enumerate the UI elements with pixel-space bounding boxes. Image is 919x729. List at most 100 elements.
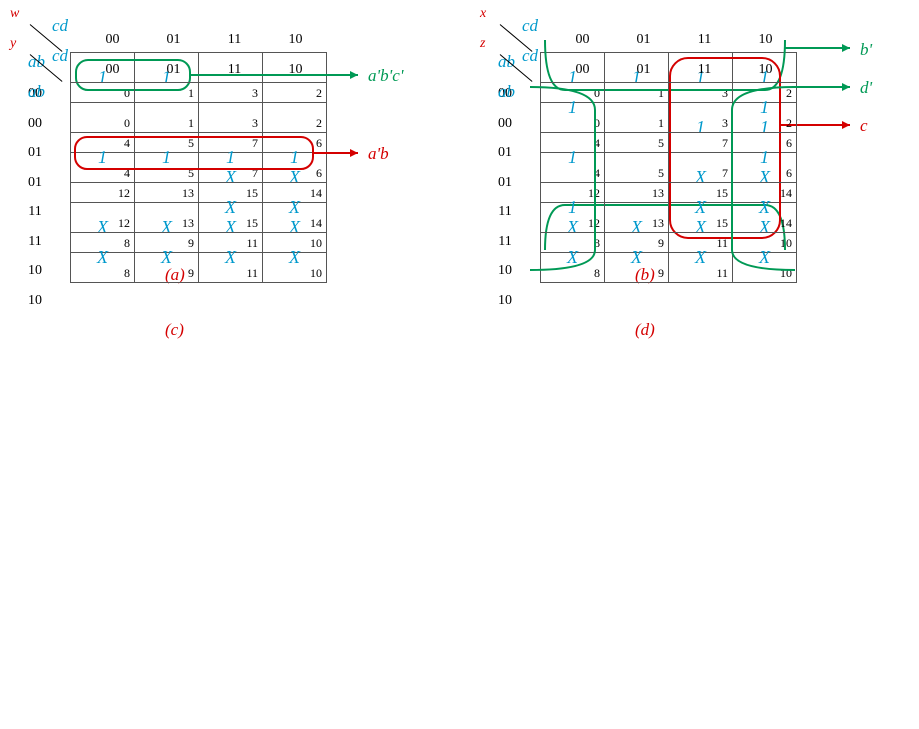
row-headers: 00 01 11 10 (28, 88, 42, 324)
idx: 6 (786, 166, 792, 181)
row-h: 01 (498, 147, 512, 206)
idx: 3 (252, 116, 258, 131)
cell: X (695, 197, 706, 217)
cd-label: cd (522, 16, 538, 36)
idx: 5 (188, 166, 194, 181)
idx: 9 (658, 266, 664, 281)
group-label: a'b (368, 144, 389, 164)
col-headers: 00 01 11 10 (552, 32, 796, 48)
col-h: 00 (552, 32, 613, 48)
cell: X (631, 247, 642, 267)
idx: 10 (780, 266, 792, 281)
idx: 10 (310, 266, 322, 281)
cell: X (289, 197, 300, 217)
caption: (d) (635, 320, 655, 340)
row-h: 00 (28, 88, 42, 147)
kmap-grid: w cd ab 00 01 11 10 00 01 11 10 10 11 3 (10, 10, 890, 40)
idx: 2 (786, 116, 792, 131)
idx: 1 (188, 116, 194, 131)
cell: 1 (98, 147, 107, 167)
idx: 5 (658, 166, 664, 181)
idx: 8 (124, 266, 130, 281)
idx: 15 (246, 216, 258, 231)
cell: X (567, 247, 578, 267)
idx: 14 (310, 216, 322, 231)
cell: 1 (162, 147, 171, 167)
idx: 4 (594, 166, 600, 181)
col-h: 10 (265, 62, 326, 78)
cell: X (225, 197, 236, 217)
row-h: 00 (498, 88, 512, 147)
idx: 0 (124, 116, 130, 131)
idx: 13 (652, 216, 664, 231)
cell: X (225, 247, 236, 267)
cell: 1 (760, 147, 769, 167)
col-h: 00 (82, 32, 143, 48)
corner-label: y (10, 36, 16, 52)
idx: 11 (716, 266, 728, 281)
col-h: 00 (82, 62, 143, 78)
cell: 1 (568, 147, 577, 167)
col-h: 11 (674, 62, 735, 78)
col-h: 11 (204, 62, 265, 78)
idx: 6 (316, 166, 322, 181)
col-headers: 00 01 11 10 (82, 62, 326, 78)
cell: 1 (568, 97, 577, 117)
group-label: c (860, 116, 868, 136)
idx: 14 (780, 216, 792, 231)
cell: X (759, 197, 770, 217)
idx: 12 (588, 216, 600, 231)
group-label: b' (860, 40, 872, 60)
row-h: 11 (28, 206, 42, 265)
col-h: 10 (735, 32, 796, 48)
idx: 1 (658, 116, 664, 131)
cell: X (759, 247, 770, 267)
col-h: 10 (265, 32, 326, 48)
cell: X (161, 247, 172, 267)
cd-label: cd (522, 46, 538, 66)
col-h: 11 (674, 32, 735, 48)
col-h: 01 (143, 32, 204, 48)
idx: 7 (722, 166, 728, 181)
idx: 12 (118, 216, 130, 231)
idx: 4 (124, 166, 130, 181)
idx: 8 (594, 266, 600, 281)
idx: 13 (182, 216, 194, 231)
row-h: 10 (28, 265, 42, 324)
col-h: 10 (735, 62, 796, 78)
idx: 15 (716, 216, 728, 231)
col-headers: 00 01 11 10 (82, 32, 326, 48)
col-h: 01 (613, 62, 674, 78)
row-h: 11 (498, 206, 512, 265)
col-h: 01 (613, 32, 674, 48)
cell: 1 (226, 147, 235, 167)
idx: 0 (594, 116, 600, 131)
idx: 3 (722, 116, 728, 131)
corner-label: x (480, 6, 486, 22)
col-headers: 00 01 11 10 (552, 62, 796, 78)
col-h: 00 (552, 62, 613, 78)
row-h: 01 (28, 147, 42, 206)
idx: 11 (246, 266, 258, 281)
col-h: 11 (204, 32, 265, 48)
col-h: 01 (143, 62, 204, 78)
caption: (c) (165, 320, 184, 340)
idx: 2 (316, 116, 322, 131)
corner-label: z (480, 36, 485, 52)
cell: 1 (290, 147, 299, 167)
cd-label: cd (52, 46, 68, 66)
idx: 7 (252, 166, 258, 181)
idx: 9 (188, 266, 194, 281)
row-headers: 00 01 11 10 (498, 88, 512, 324)
cell: X (97, 247, 108, 267)
row-h: 10 (498, 265, 512, 324)
group-label: a'b'c' (368, 66, 403, 86)
cell: 1 (760, 97, 769, 117)
kmap-table: 0 1 3 2 14 15 17 16 12 13 X15 X14 (70, 82, 327, 283)
cell: 1 (568, 197, 577, 217)
group-label: d' (860, 78, 872, 98)
cell: X (695, 247, 706, 267)
kmap-table: 10 1 3 12 14 5 7 16 112 13 X15 X14 (540, 82, 797, 283)
cd-label: cd (52, 16, 68, 36)
cell: X (289, 247, 300, 267)
